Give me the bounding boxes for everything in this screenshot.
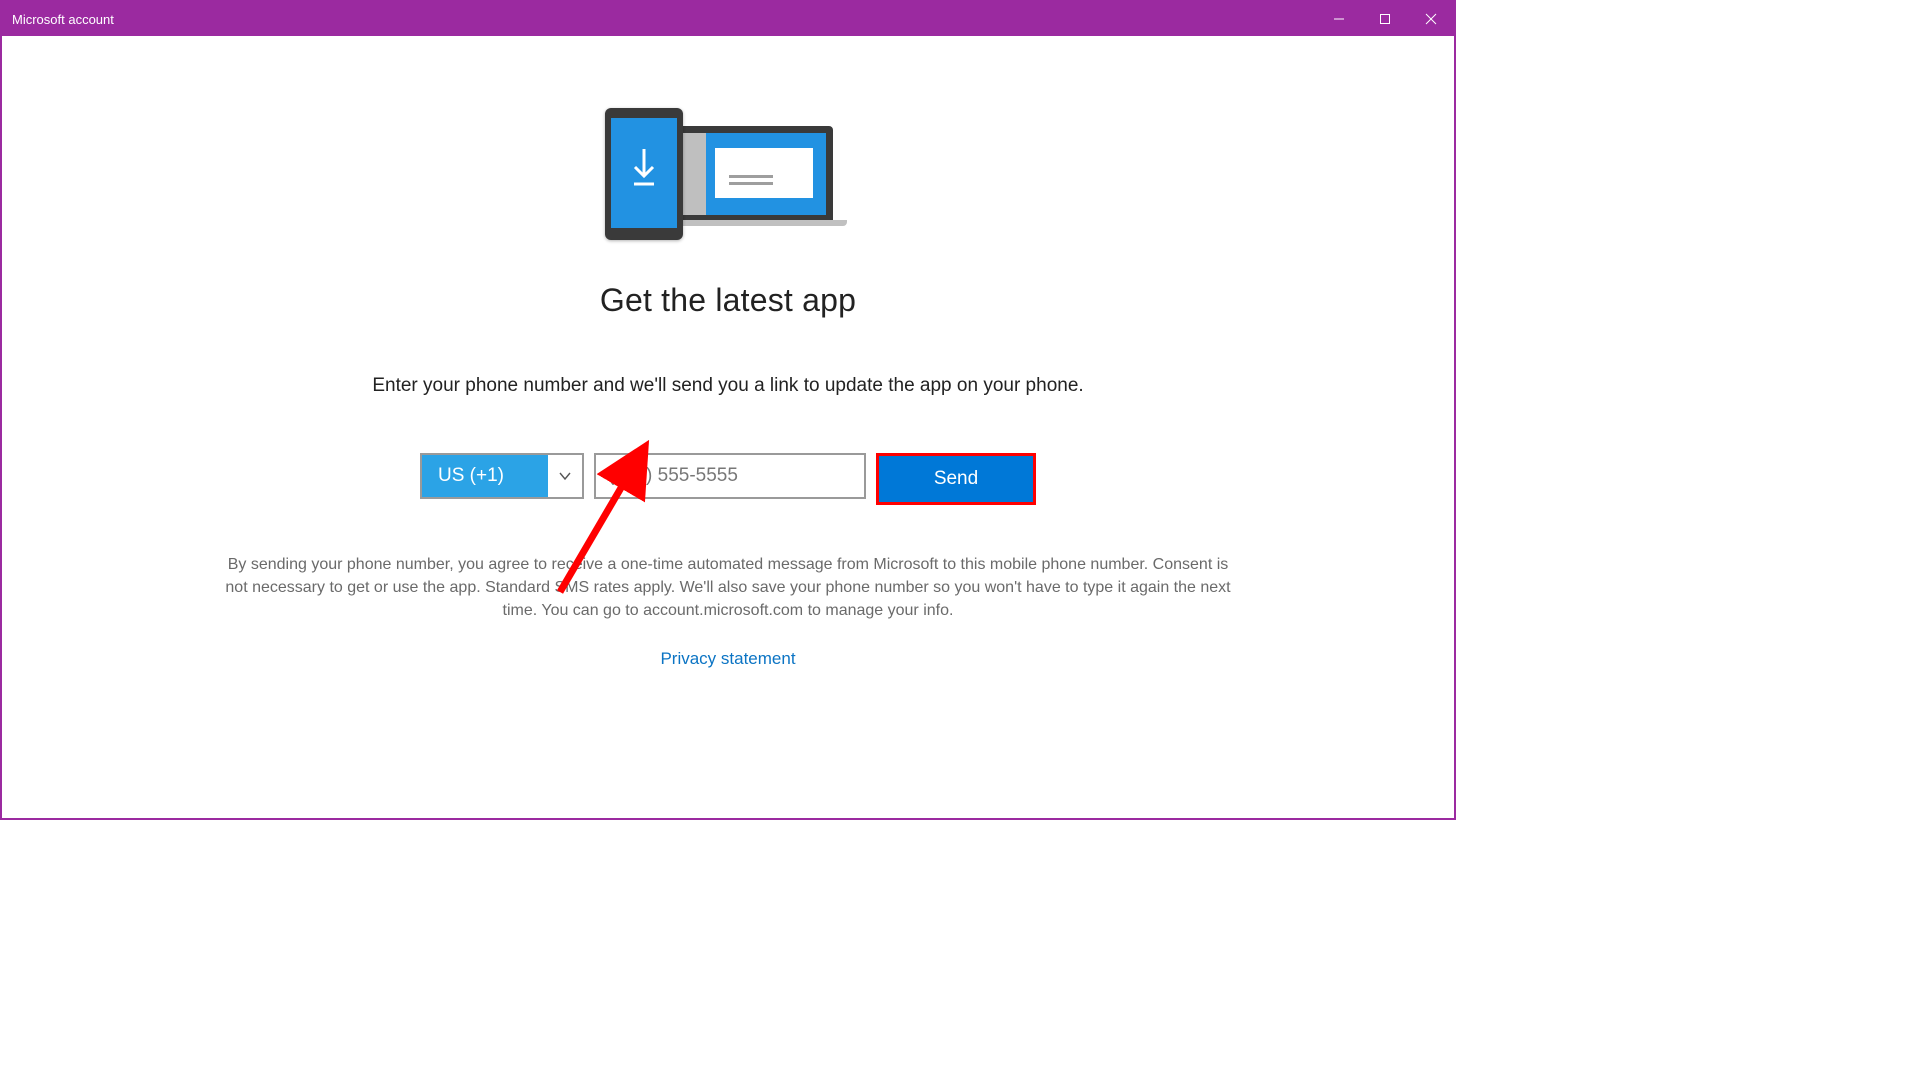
hero-illustration	[605, 108, 851, 244]
country-code-value: US (+1)	[422, 455, 548, 497]
phone-icon	[605, 108, 683, 240]
minimize-button[interactable]	[1316, 2, 1362, 36]
maximize-icon	[1379, 13, 1391, 25]
close-button[interactable]	[1408, 2, 1454, 36]
phone-number-input[interactable]	[594, 453, 866, 499]
window-controls	[1316, 2, 1454, 36]
close-icon	[1425, 13, 1437, 25]
send-button[interactable]: Send	[879, 456, 1033, 502]
window-title: Microsoft account	[12, 12, 114, 27]
page-content: Get the latest app Enter your phone numb…	[2, 36, 1454, 818]
privacy-statement-link[interactable]: Privacy statement	[660, 649, 795, 669]
page-subtitle: Enter your phone number and we'll send y…	[372, 375, 1083, 397]
phone-form: US (+1) Send	[420, 453, 1036, 505]
app-window: Microsoft account	[0, 0, 1456, 820]
laptop-icon	[673, 126, 833, 222]
country-code-select[interactable]: US (+1)	[420, 453, 584, 499]
disclaimer-text: By sending your phone number, you agree …	[198, 553, 1258, 623]
minimize-icon	[1333, 13, 1345, 25]
send-button-highlight: Send	[876, 453, 1036, 505]
title-bar: Microsoft account	[2, 2, 1454, 36]
page-title: Get the latest app	[600, 282, 856, 319]
chevron-down-icon	[548, 455, 582, 497]
download-arrow-icon	[628, 147, 660, 191]
maximize-button[interactable]	[1362, 2, 1408, 36]
